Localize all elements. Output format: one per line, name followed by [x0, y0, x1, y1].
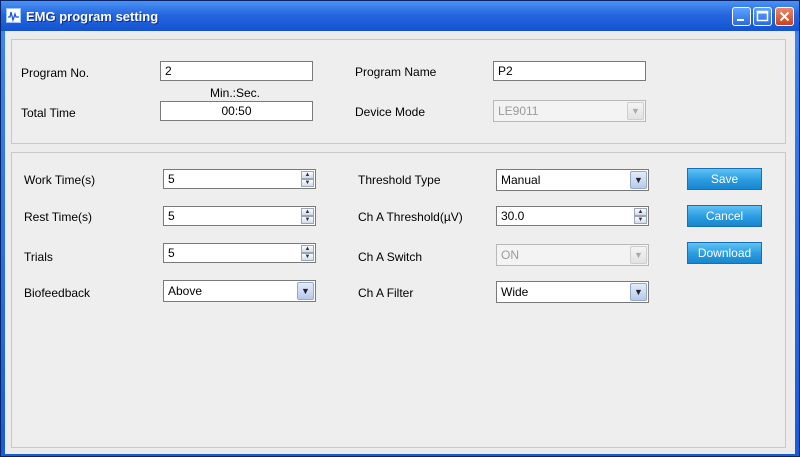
minimize-icon[interactable]: [732, 7, 751, 26]
program-no-field[interactable]: 2: [160, 61, 313, 81]
title-bar[interactable]: EMG program setting: [1, 1, 799, 31]
biofeedback-label: Biofeedback: [24, 286, 91, 300]
rest-time-label: Rest Time(s): [24, 210, 93, 224]
download-button[interactable]: Download: [687, 242, 762, 264]
ch-a-threshold-stepper[interactable]: 30.0 ▲ ▼: [496, 206, 649, 226]
program-name-label: Program Name: [355, 65, 437, 79]
spinner-icon[interactable]: ▲ ▼: [301, 245, 314, 261]
ch-a-switch-value: ON: [501, 248, 519, 262]
trials-label: Trials: [24, 250, 53, 264]
maximize-icon[interactable]: [753, 7, 772, 26]
ch-a-threshold-label: Ch A Threshold(µV): [358, 210, 463, 224]
program-no-label: Program No.: [21, 66, 90, 80]
work-time-value: 5: [168, 172, 175, 186]
trials-stepper[interactable]: 5 ▲ ▼: [163, 243, 316, 263]
work-time-stepper[interactable]: 5 ▲ ▼: [163, 169, 316, 189]
trials-value: 5: [168, 246, 175, 260]
work-time-label: Work Time(s): [24, 173, 96, 187]
spinner-icon[interactable]: ▲ ▼: [301, 171, 314, 187]
min-sec-label: Min.:Sec.: [210, 86, 261, 100]
chevron-down-icon: ▼: [630, 283, 647, 301]
waveform-icon: [6, 8, 21, 23]
program-name-field[interactable]: P2: [493, 61, 646, 81]
device-mode-value: LE9011: [498, 104, 539, 118]
threshold-type-select[interactable]: Manual ▼: [496, 169, 649, 191]
save-button[interactable]: Save: [687, 168, 762, 190]
client-area: Program No. 2 Min.:Sec. Total Time 00:50…: [5, 31, 795, 454]
rest-time-stepper[interactable]: 5 ▲ ▼: [163, 206, 316, 226]
chevron-down-icon: ▼: [297, 282, 314, 300]
settings-panel: Work Time(s) 5 ▲ ▼ Rest Time(s) 5 ▲ ▼ Tria…: [11, 152, 786, 448]
window-title: EMG program setting: [26, 9, 159, 24]
total-time-field[interactable]: 00:50: [160, 101, 313, 121]
ch-a-switch-label: Ch A Switch: [358, 250, 423, 264]
rest-time-value: 5: [168, 209, 175, 223]
ch-a-filter-label: Ch A Filter: [358, 286, 414, 300]
close-icon[interactable]: [775, 7, 794, 26]
emg-program-setting-window: EMG program setting Program No. 2 Min.:S…: [0, 0, 800, 457]
program-info-panel: Program No. 2 Min.:Sec. Total Time 00:50…: [11, 39, 786, 144]
ch-a-switch-select[interactable]: ON ▼: [496, 244, 649, 266]
threshold-type-label: Threshold Type: [358, 173, 441, 187]
cancel-button[interactable]: Cancel: [687, 205, 762, 227]
threshold-type-value: Manual: [501, 173, 541, 187]
ch-a-threshold-value: 30.0: [501, 209, 525, 223]
ch-a-filter-value: Wide: [501, 285, 529, 299]
chevron-down-icon: ▼: [630, 246, 647, 264]
spinner-icon[interactable]: ▲ ▼: [301, 208, 314, 224]
chevron-down-icon: ▼: [627, 102, 644, 120]
spinner-icon[interactable]: ▲ ▼: [634, 208, 647, 224]
device-mode-label: Device Mode: [355, 105, 426, 119]
chevron-down-icon: ▼: [630, 171, 647, 189]
biofeedback-select[interactable]: Above ▼: [163, 280, 316, 302]
biofeedback-value: Above: [168, 284, 203, 298]
device-mode-select[interactable]: LE9011 ▼: [493, 100, 646, 122]
ch-a-filter-select[interactable]: Wide ▼: [496, 281, 649, 303]
total-time-label: Total Time: [21, 106, 76, 120]
